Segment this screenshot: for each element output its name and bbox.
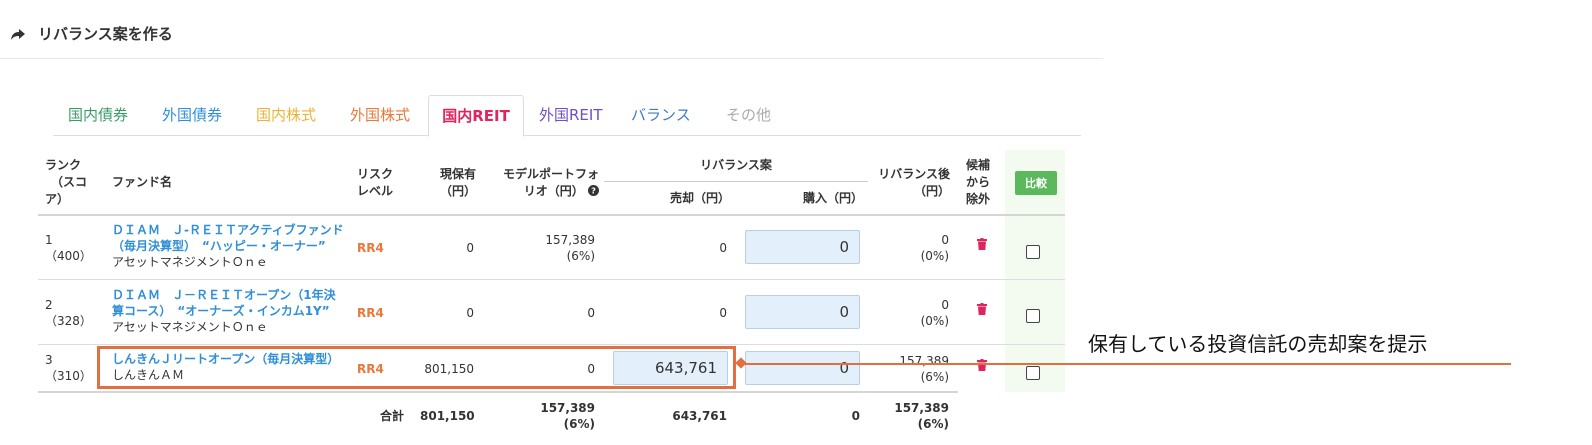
buy-input[interactable]: 0 xyxy=(745,230,860,264)
header-model-portfolio: モデルポートフォ リオ（円） ? xyxy=(503,167,600,198)
after-value: 0 (0%) xyxy=(920,233,949,263)
fund-link[interactable]: （毎月決算型） “ハッピー・オーナー” xyxy=(112,238,344,254)
tab-other[interactable]: その他 xyxy=(726,95,771,135)
risk-badge: RR4 xyxy=(357,241,384,255)
compare-checkbox[interactable] xyxy=(1026,245,1040,259)
callout-text: 保有している投資信託の売却案を提示 xyxy=(1088,332,1428,356)
asset-class-tabs: 国内債券 外国債券 国内株式 外国株式 国内REIT 外国REIT バランス そ… xyxy=(53,95,1081,137)
rank-cell: 3 （310） xyxy=(45,353,92,383)
after-value: 157,389 (6%) xyxy=(899,354,949,384)
after-value: 0 (0%) xyxy=(920,298,949,328)
total-sell: 643,761 xyxy=(672,409,727,423)
tab-domestic-stock[interactable]: 国内株式 xyxy=(256,95,316,135)
fund-link[interactable]: 算コース） “オーナーズ・インカム1Y” xyxy=(112,303,336,319)
total-after: 157,389 (6%) xyxy=(894,401,949,431)
total-label: 合計 xyxy=(380,409,405,423)
header-exclude: 候補 から 除外 xyxy=(966,158,991,206)
total-buy: 0 xyxy=(851,409,860,423)
rank-cell: 1 （400） xyxy=(45,233,92,263)
row-divider xyxy=(38,344,1065,345)
header-sell: 売却（円） xyxy=(670,191,731,205)
holding-value: 0 xyxy=(466,306,474,320)
header-rebalance: リバランス案 xyxy=(700,158,772,172)
model-value: 0 xyxy=(587,306,595,320)
header-divider xyxy=(604,181,868,182)
fund-name-cell: ＤＩＡＭ Ｊ-ＲＥＩＴアクティブファンド （毎月決算型） “ハッピー・オーナー”… xyxy=(112,222,344,270)
holding-value: 0 xyxy=(466,241,474,255)
row-divider xyxy=(38,279,1065,280)
page-header: リバランス案を作る xyxy=(0,0,1103,59)
total-top-border xyxy=(38,391,958,393)
fund-name-cell: ＤＩＡＭ Ｊ－ＲＥＩＴオープン（1年決 算コース） “オーナーズ・インカム1Y”… xyxy=(112,287,336,335)
sell-value: 0 xyxy=(719,306,727,320)
fund-link[interactable]: ＤＩＡＭ Ｊ－ＲＥＩＴオープン（1年決 xyxy=(112,287,336,303)
buy-input[interactable]: 0 xyxy=(745,295,860,329)
model-value: 157,389 (6%) xyxy=(545,233,595,263)
svg-text:?: ? xyxy=(591,186,596,196)
fund-link[interactable]: ＤＩＡＭ Ｊ-ＲＥＩＴアクティブファンド xyxy=(112,222,344,238)
buy-input[interactable]: 0 xyxy=(745,351,860,385)
fund-company: アセットマネジメントＯｎｅ xyxy=(112,320,268,334)
header-risk-level: リスク レベル xyxy=(357,167,394,198)
callout-line xyxy=(742,363,1511,365)
rank-cell: 2 （328） xyxy=(45,298,92,328)
compare-checkbox[interactable] xyxy=(1026,366,1040,380)
tab-domestic-bond[interactable]: 国内債券 xyxy=(68,95,128,135)
trash-icon[interactable] xyxy=(977,359,987,371)
header-fund-name: ファンド名 xyxy=(112,175,173,189)
risk-badge: RR4 xyxy=(357,306,384,320)
sell-value: 0 xyxy=(719,241,727,255)
tab-balance[interactable]: バランス xyxy=(631,95,691,135)
total-holding: 801,150 xyxy=(420,409,475,423)
highlight-box xyxy=(97,346,736,389)
header-holding: 現保有 （円） xyxy=(440,167,477,198)
compare-checkbox[interactable] xyxy=(1026,309,1040,323)
total-model: 157,389 (6%) xyxy=(540,401,595,431)
help-icon[interactable]: ? xyxy=(588,185,599,196)
header-buy: 購入（円） xyxy=(803,191,864,205)
tab-foreign-bond[interactable]: 外国債券 xyxy=(162,95,222,135)
fund-company: アセットマネジメントＯｎｅ xyxy=(112,255,268,269)
tab-domestic-reit[interactable]: 国内REIT xyxy=(428,95,524,137)
share-arrow-icon xyxy=(11,29,25,40)
trash-icon[interactable] xyxy=(977,303,987,315)
header-after-rebalance: リバランス後 （円） xyxy=(878,167,950,198)
trash-icon[interactable] xyxy=(977,238,987,250)
tab-foreign-stock[interactable]: 外国株式 xyxy=(350,95,410,135)
tab-foreign-reit[interactable]: 外国REIT xyxy=(539,95,603,135)
compare-button[interactable]: 比較 xyxy=(1015,171,1057,195)
page-title: リバランス案を作る xyxy=(38,25,173,43)
header-rank: ランク （スコ ア） xyxy=(45,158,88,206)
